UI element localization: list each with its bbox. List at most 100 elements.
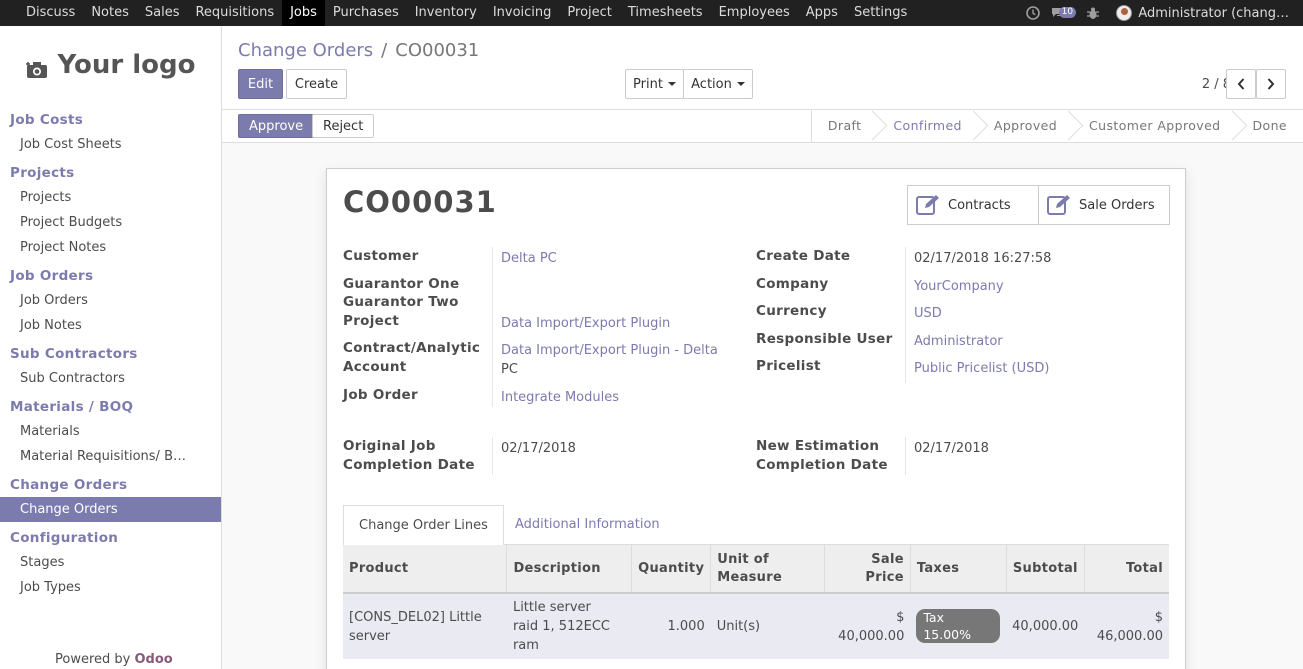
sidebar-item-project-budgets[interactable]: Project Budgets	[0, 210, 221, 235]
guarantor-one-label: Guarantor One	[343, 276, 460, 292]
breadcrumb-separator: /	[381, 40, 388, 61]
section-job-costs: Job Costs Job Cost Sheets	[0, 108, 221, 157]
pricelist-link[interactable]: Public Pricelist (USD)	[914, 359, 1049, 378]
col-description[interactable]: Description	[506, 545, 633, 594]
project-label: Project	[343, 313, 400, 329]
breadcrumb: Change Orders / CO00031	[238, 40, 479, 61]
approve-button[interactable]: Approve	[238, 114, 315, 138]
contract-link[interactable]: Data Import/Export Plugin - Delta	[501, 341, 718, 360]
line-product-part1: [CONS_DEL02] Little	[349, 609, 482, 625]
sale-orders-smart-button[interactable]: Sale Orders	[1038, 185, 1170, 225]
section-projects: Projects Projects Project Budgets Projec…	[0, 161, 221, 260]
section-title: Sub Contractors	[10, 346, 138, 362]
create-date-value: 02/17/2018 16:27:58	[914, 251, 1052, 266]
col-taxes[interactable]: Taxes	[910, 545, 1007, 594]
field-divider	[492, 247, 493, 407]
col-total[interactable]: Total	[1084, 545, 1169, 594]
col-unit-of-measure[interactable]: Unit of Measure	[710, 545, 826, 594]
pager-previous-button[interactable]	[1226, 69, 1256, 99]
line-taxes: Tax 15.00%	[910, 593, 1007, 659]
menu-requisitions[interactable]: Requisitions	[187, 0, 282, 26]
stage-pipeline: Draft Confirmed Approved Customer Approv…	[810, 110, 1303, 142]
odoo-link[interactable]: Odoo	[135, 652, 173, 667]
customer-label: Customer	[343, 248, 419, 264]
line-sale-price: $ 40,000.00	[824, 593, 911, 659]
col-subtotal[interactable]: Subtotal	[1006, 545, 1085, 594]
section-job-orders: Job Orders Job Orders Job Notes	[0, 264, 221, 338]
col-sale-price[interactable]: Sale Price	[824, 545, 911, 594]
sidebar-item-job-cost-sheets[interactable]: Job Cost Sheets	[0, 132, 221, 157]
sidebar-item-projects[interactable]: Projects	[0, 185, 221, 210]
user-name: Administrator (chang…	[1138, 5, 1289, 21]
menu-settings[interactable]: Settings	[846, 0, 915, 26]
sidebar-item-change-orders[interactable]: Change Orders	[0, 497, 221, 522]
tab-change-order-lines[interactable]: Change Order Lines	[343, 505, 504, 546]
clock-icon[interactable]	[1018, 0, 1048, 26]
menu-timesheets[interactable]: Timesheets	[620, 0, 711, 26]
stage-customer-approved[interactable]: Customer Approved	[1073, 110, 1236, 142]
company-logo[interactable]: Your logo	[0, 26, 221, 104]
caret-down-icon	[667, 82, 676, 86]
menu-notes[interactable]: Notes	[83, 0, 137, 26]
section-title: Configuration	[10, 530, 119, 546]
sidebar-item-material-requisitions[interactable]: Material Requisitions/ B…	[0, 444, 221, 469]
edit-button[interactable]: Edit	[238, 69, 283, 99]
messages-icon[interactable]: 10	[1048, 0, 1078, 26]
sidebar-item-stages[interactable]: Stages	[0, 550, 221, 575]
control-panel: Change Orders / CO00031 Edit Create Print …	[222, 26, 1303, 110]
breadcrumb-parent-link[interactable]: Change Orders	[238, 40, 373, 61]
orig-completion-label-line1: Original Job	[343, 438, 436, 454]
orig-completion-label-line2: Completion Date	[343, 457, 475, 473]
menu-apps[interactable]: Apps	[798, 0, 846, 26]
sidebar-item-job-types[interactable]: Job Types	[0, 575, 221, 600]
powered-prefix: Powered by	[55, 652, 131, 667]
col-product[interactable]: Product	[343, 545, 508, 594]
stage-draft[interactable]: Draft	[812, 110, 878, 142]
section-configuration: Configuration Stages Job Types	[0, 526, 221, 600]
currency-link[interactable]: USD	[914, 304, 942, 323]
tab-additional-information[interactable]: Additional Information	[500, 505, 675, 546]
action-dropdown[interactable]: Action	[683, 69, 753, 99]
stage-approved[interactable]: Approved	[978, 110, 1073, 142]
menu-sales[interactable]: Sales	[137, 0, 188, 26]
create-button[interactable]: Create	[286, 69, 347, 99]
field-divider	[905, 247, 906, 383]
breadcrumb-current: CO00031	[395, 40, 480, 61]
new-estimation-label-line2: Completion Date	[756, 457, 888, 473]
menu-jobs[interactable]: Jobs	[282, 0, 325, 26]
col-quantity[interactable]: Quantity	[631, 545, 712, 594]
new-estimation-label-line1: New Estimation	[756, 438, 880, 454]
new-estimation-date: 02/17/2018	[914, 441, 989, 456]
responsible-user-link[interactable]: Administrator	[914, 332, 1003, 351]
menu-project[interactable]: Project	[559, 0, 619, 26]
change-order-lines-table: Product Description Quantity Unit of Meas…	[343, 545, 1169, 659]
sidebar-item-project-notes[interactable]: Project Notes	[0, 235, 221, 260]
orig-completion-date: 02/17/2018	[501, 441, 576, 456]
table-row[interactable]: [CONS_DEL02] Little server Little server r…	[343, 593, 1169, 659]
sidebar-item-job-orders[interactable]: Job Orders	[0, 288, 221, 313]
print-dropdown[interactable]: Print	[625, 69, 684, 99]
project-link[interactable]: Data Import/Export Plugin	[501, 314, 670, 333]
app-menu: Discuss Notes Sales Requisitions Jobs Pu…	[0, 0, 915, 26]
sidebar-item-materials[interactable]: Materials	[0, 419, 221, 444]
menu-invoicing[interactable]: Invoicing	[485, 0, 560, 26]
pager-next-button[interactable]	[1256, 69, 1286, 99]
sidebar-item-sub-contractors[interactable]: Sub Contractors	[0, 366, 221, 391]
stage-confirmed[interactable]: Confirmed	[877, 110, 978, 142]
reject-button[interactable]: Reject	[312, 114, 375, 138]
user-menu[interactable]: Administrator (chang…	[1108, 5, 1303, 21]
job-order-link[interactable]: Integrate Modules	[501, 388, 619, 407]
sidebar-item-job-notes[interactable]: Job Notes	[0, 313, 221, 338]
bug-icon[interactable]	[1078, 0, 1108, 26]
company-link[interactable]: YourCompany	[914, 277, 1004, 296]
notebook-tabs: Change Order Lines Additional Informatio…	[343, 505, 1169, 546]
menu-employees[interactable]: Employees	[711, 0, 798, 26]
line-description: Little server raid 1, 512ECC ram	[506, 593, 632, 659]
customer-link[interactable]: Delta PC	[501, 249, 557, 268]
contracts-smart-button[interactable]: Contracts	[907, 185, 1039, 225]
menu-inventory[interactable]: Inventory	[407, 0, 485, 26]
menu-discuss[interactable]: Discuss	[18, 0, 83, 26]
stage-done[interactable]: Done	[1237, 110, 1303, 142]
menu-purchases[interactable]: Purchases	[325, 0, 407, 26]
currency-label: Currency	[756, 303, 827, 319]
